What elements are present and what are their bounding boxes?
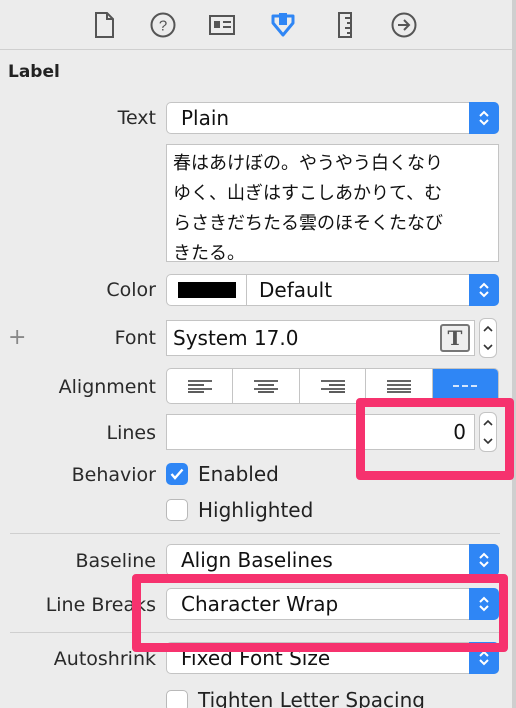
behavior-label: Behavior <box>71 464 156 486</box>
annotation-highlight-line-breaks <box>132 574 508 652</box>
tighten-letter-spacing-label: Tighten Letter Spacing <box>198 688 425 708</box>
text-type-value: Plain <box>181 106 230 130</box>
popup-arrows-icon <box>469 544 499 576</box>
baseline-label: Baseline <box>75 550 156 572</box>
text-type-popup[interactable]: Plain <box>166 102 499 134</box>
font-label: Font <box>114 327 156 349</box>
align-natural-icon <box>453 385 478 387</box>
color-swatch-well[interactable] <box>167 275 247 305</box>
stepper-down-icon[interactable] <box>483 344 493 351</box>
font-field[interactable]: System 17.0 T <box>166 320 475 356</box>
highlighted-label: Highlighted <box>198 498 314 522</box>
attributes-inspector-icon[interactable] <box>268 10 298 40</box>
panel-edge <box>512 0 516 708</box>
divider <box>10 533 500 534</box>
lines-label: Lines <box>106 422 157 444</box>
text-content-area[interactable]: 春はあけぼの。やうやう白くなり ゆく、山ぎはすこしあかりて、む らさきだちたる雲… <box>166 144 499 264</box>
enabled-label: Enabled <box>198 462 279 486</box>
baseline-value: Align Baselines <box>181 548 333 572</box>
popup-arrows-icon <box>469 102 499 134</box>
font-size-stepper[interactable] <box>479 318 497 358</box>
popup-arrows-icon <box>469 274 499 306</box>
inspector-toolbar: ? <box>0 0 516 50</box>
align-left-segment[interactable] <box>167 369 234 403</box>
color-label: Color <box>106 279 156 301</box>
stepper-up-icon[interactable] <box>483 325 493 332</box>
align-center-icon <box>254 380 279 393</box>
connections-inspector-icon[interactable] <box>389 10 419 40</box>
section-title: Label <box>8 62 60 82</box>
enabled-checkbox[interactable] <box>166 463 188 485</box>
align-center-segment[interactable] <box>233 369 300 403</box>
text-label: Text <box>117 107 156 129</box>
checkmark-icon <box>170 468 184 480</box>
align-right-segment[interactable] <box>300 369 367 403</box>
file-inspector-icon[interactable] <box>89 10 119 40</box>
baseline-popup[interactable]: Align Baselines <box>166 544 499 576</box>
align-left-icon <box>187 380 212 393</box>
annotation-highlight-lines <box>356 398 514 480</box>
align-justified-icon <box>386 380 411 393</box>
font-value: System 17.0 <box>173 326 299 350</box>
color-value: Default <box>259 278 333 302</box>
alignment-label: Alignment <box>58 376 156 398</box>
quick-help-icon[interactable]: ? <box>148 10 178 40</box>
identity-inspector-icon[interactable] <box>207 10 237 40</box>
align-right-icon <box>320 380 345 393</box>
svg-text:?: ? <box>159 18 167 35</box>
color-swatch <box>177 282 236 298</box>
highlighted-checkbox[interactable] <box>166 499 188 521</box>
size-inspector-icon[interactable] <box>330 10 360 40</box>
font-picker-icon[interactable]: T <box>440 324 470 352</box>
color-popup[interactable]: Default <box>166 274 499 306</box>
tighten-letter-spacing-checkbox[interactable] <box>166 690 188 708</box>
